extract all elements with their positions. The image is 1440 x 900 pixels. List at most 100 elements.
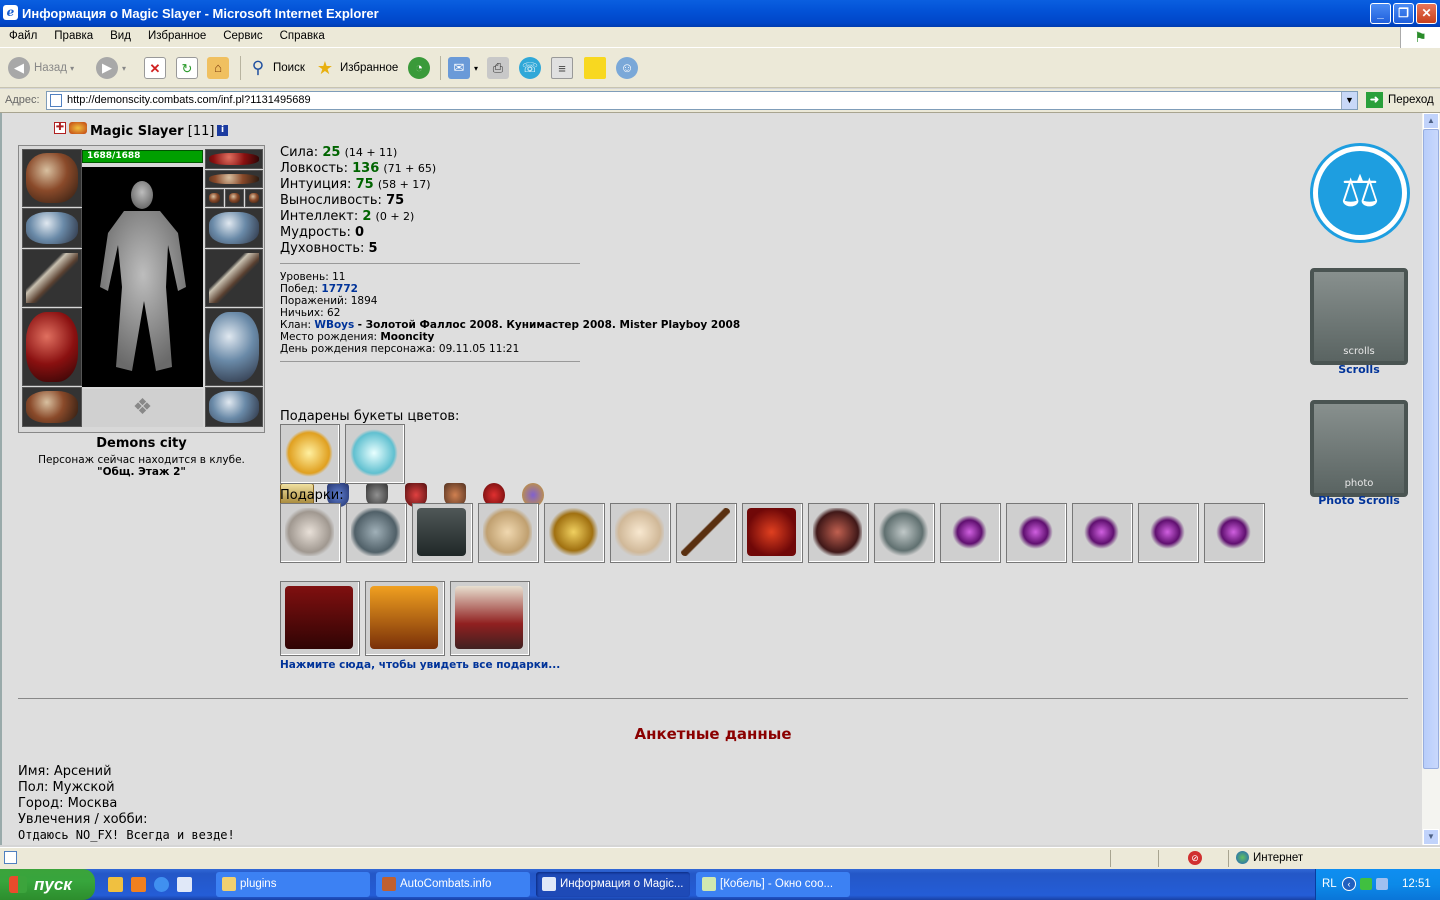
quicklaunch-icon-4[interactable]: [177, 877, 192, 892]
scroll-down-icon[interactable]: ▼: [1423, 829, 1439, 845]
character-level: [11]: [187, 124, 215, 139]
maximize-button[interactable]: ❐: [1393, 3, 1414, 24]
vertical-scrollbar[interactable]: ▲ ▼: [1422, 113, 1440, 845]
gift-red-warrior[interactable]: [808, 503, 869, 563]
gift-book-poster-1[interactable]: [280, 581, 360, 656]
belt-slot[interactable]: [22, 387, 82, 427]
tray-app-icon[interactable]: [1376, 878, 1388, 890]
all-gifts-link[interactable]: Нажмите сюда, чтобы увидеть все подарки.…: [280, 659, 560, 671]
history-button[interactable]: ◔: [408, 54, 434, 82]
ring-slot-3[interactable]: [245, 189, 263, 207]
quicklaunch-icon-1[interactable]: [108, 877, 123, 892]
menu-view[interactable]: Вид: [101, 27, 139, 42]
tray-expand-icon[interactable]: ‹: [1342, 877, 1356, 891]
gift-elixir-2[interactable]: [1006, 503, 1067, 563]
gift-stone-statue[interactable]: [874, 503, 935, 563]
search-button[interactable]: ⚲ Поиск: [247, 54, 305, 82]
gift-clan-cloak[interactable]: [412, 503, 473, 563]
scrolls-icon[interactable]: scrolls: [1310, 268, 1408, 365]
window-titlebar: e Информация о Magic Slayer - Microsoft …: [0, 0, 1440, 27]
messenger-button[interactable]: ☏: [519, 54, 545, 82]
stop-button[interactable]: ✕: [144, 54, 170, 82]
gift-paper-scroll[interactable]: [478, 503, 539, 563]
quicklaunch-icon-2[interactable]: [131, 877, 146, 892]
scrolls-link[interactable]: Scrolls: [1310, 363, 1408, 376]
profile-hobby-label: Увлечения / хобби:: [18, 812, 148, 827]
gift-knight-statue[interactable]: [346, 503, 407, 563]
start-button[interactable]: пуск: [0, 869, 95, 900]
address-input[interactable]: http://demonscity.combats.com/inf.pl?113…: [46, 91, 1358, 110]
notes-button[interactable]: [584, 54, 610, 82]
hp-bar: 1688/1688: [82, 150, 203, 163]
mail-button[interactable]: ✉ ▾: [448, 54, 478, 82]
address-dropdown-icon[interactable]: ▼: [1341, 92, 1357, 109]
status-bar: ⊘ Интернет: [0, 847, 1440, 869]
gift-book-poster-2[interactable]: [365, 581, 445, 656]
menu-edit[interactable]: Правка: [45, 27, 101, 42]
menu-tools[interactable]: Сервис: [214, 27, 270, 42]
gift-red-book[interactable]: [742, 503, 803, 563]
popup-blocked-icon[interactable]: ⊘: [1188, 851, 1202, 865]
gift-elixir-4[interactable]: [1138, 503, 1199, 563]
wins-link[interactable]: 17772: [321, 283, 358, 295]
helmet-slot[interactable]: [22, 149, 82, 207]
forward-arrow-icon: ▶: [96, 56, 118, 79]
gift-elixir-3[interactable]: [1072, 503, 1133, 563]
task-autocombats[interactable]: AutoCombats.info: [376, 872, 530, 897]
scroll-thumb[interactable]: [1423, 129, 1439, 769]
minimize-button[interactable]: _: [1370, 3, 1391, 24]
left-weapon-slot[interactable]: [22, 249, 82, 307]
ice-bouquet[interactable]: [345, 424, 405, 484]
gift-elixir-5[interactable]: [1204, 503, 1265, 563]
print-button[interactable]: ⎙: [487, 54, 513, 82]
contacts-button[interactable]: ☺: [616, 54, 642, 82]
balance-emblem[interactable]: ⚖: [1310, 143, 1410, 243]
leggings-slot[interactable]: [205, 308, 263, 386]
gift-golden-chess[interactable]: [544, 503, 605, 563]
close-button[interactable]: ✕: [1416, 3, 1437, 24]
boots-slot[interactable]: [205, 387, 263, 427]
profile-hobby-text: Отдаюсь NO_FX! Всегда и везде!: [18, 828, 235, 842]
ring-slot-1[interactable]: [205, 189, 224, 207]
back-button[interactable]: ◀ Назад ▾: [8, 54, 74, 82]
task-chat-window[interactable]: [Кобель] - Окно соо...: [696, 872, 850, 897]
task-plugins[interactable]: plugins: [216, 872, 370, 897]
right-weapon-slot[interactable]: [205, 249, 263, 307]
forward-button[interactable]: ▶ ▾: [96, 54, 126, 82]
photo-scrolls-icon[interactable]: photo: [1310, 400, 1408, 497]
language-indicator[interactable]: RL: [1322, 869, 1337, 900]
character-name: Magic Slayer: [90, 124, 184, 139]
menu-file[interactable]: Файл: [0, 27, 45, 42]
amulet-slot[interactable]: [205, 170, 263, 188]
menu-help[interactable]: Справка: [271, 27, 333, 42]
ring-slot-2[interactable]: [225, 189, 244, 207]
scroll-up-icon[interactable]: ▲: [1423, 113, 1439, 129]
gift-forbidden-paper[interactable]: [610, 503, 671, 563]
home-button[interactable]: ⌂: [207, 54, 233, 82]
cloak-slot[interactable]: [22, 308, 82, 386]
gift-rat-toy[interactable]: [280, 503, 341, 563]
clan-sign-icon[interactable]: [69, 122, 87, 134]
info-icon[interactable]: i: [217, 125, 228, 136]
info-birthplace: Место рождения: Mooncity: [280, 331, 435, 343]
gift-wooden-cane[interactable]: [676, 503, 737, 563]
silhouette-figure: [100, 181, 186, 371]
bracers-slot[interactable]: [22, 208, 82, 248]
edit-button[interactable]: ≡: [551, 54, 577, 82]
earrings-slot[interactable]: [205, 149, 263, 169]
menu-favorites[interactable]: Избранное: [139, 27, 214, 42]
stat-endurance: Выносливость: 75: [280, 193, 405, 208]
photo-scrolls-link[interactable]: Photo Scrolls: [1302, 494, 1416, 507]
go-button[interactable]: ➜ Переход: [1366, 92, 1434, 108]
clan-link[interactable]: WBoys: [314, 319, 354, 331]
refresh-button[interactable]: ↻: [176, 54, 202, 82]
network-icon[interactable]: [1360, 878, 1372, 890]
gloves-slot[interactable]: [205, 208, 263, 248]
golden-bouquet[interactable]: [280, 424, 340, 484]
gift-book-poster-3[interactable]: [450, 581, 530, 656]
favorites-button[interactable]: ★ Избранное: [314, 54, 398, 82]
gift-elixir-1[interactable]: [940, 503, 1001, 563]
task-magic-slayer-info[interactable]: Информация о Magic...: [536, 872, 690, 897]
star-icon: ★: [316, 57, 334, 78]
ie-quicklaunch-icon[interactable]: [154, 877, 169, 892]
